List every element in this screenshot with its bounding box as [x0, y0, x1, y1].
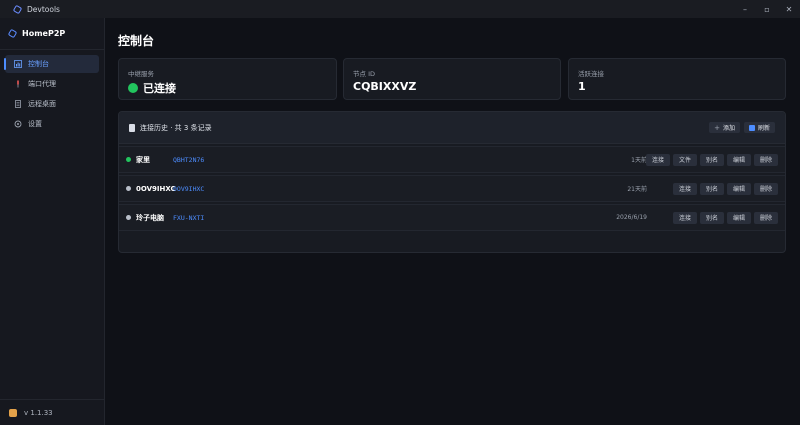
sidebar-item-label: 设置	[28, 120, 42, 128]
stat-card-relay: 中继服务 已连接	[118, 58, 337, 100]
row-actions: 连接 别名 编辑 删除	[673, 182, 778, 195]
sidebar-item-label: 端口代理	[28, 80, 56, 88]
sidebar-nav: 控制台 端口代理 远程桌面 设置	[0, 50, 104, 133]
history-title-text: 连接历史 · 共 3 条记录	[140, 123, 212, 132]
version-label: v 1.1.33	[24, 408, 53, 417]
minimize-icon[interactable]: –	[734, 0, 756, 18]
edit-button[interactable]: 编辑	[727, 153, 751, 166]
page-title: 控制台	[118, 34, 155, 48]
last-seen: 21天前	[627, 186, 647, 193]
title-bar: Devtools – ▫ ✕	[0, 0, 800, 18]
version-footer: v 1.1.33	[0, 399, 104, 425]
refresh-button[interactable]: 刷新	[743, 122, 775, 133]
stat-value: 已连接	[128, 80, 176, 96]
plug-icon	[13, 80, 22, 89]
add-button[interactable]: + 添加	[709, 122, 740, 133]
app-hex-icon	[12, 4, 23, 14]
device-name: 玲子电脑	[136, 213, 164, 222]
status-online-icon	[126, 157, 131, 162]
row-actions: 连接 别名 编辑 删除	[673, 211, 778, 224]
delete-button[interactable]: 删除	[754, 182, 778, 195]
last-seen: 1天前	[631, 157, 647, 164]
dashboard-icon	[13, 60, 22, 69]
alias-button[interactable]: 别名	[700, 182, 724, 195]
stat-card-active-connections: 活跃连接 1	[568, 58, 786, 100]
history-header: 连接历史 · 共 3 条记录 + 添加 刷新	[119, 112, 785, 144]
sidebar-item-settings[interactable]: 设置	[5, 115, 99, 133]
brand: HomeP2P	[0, 18, 104, 50]
connect-button[interactable]: 连接	[646, 153, 670, 166]
delete-button[interactable]: 删除	[754, 153, 778, 166]
stat-label: 中继服务	[128, 70, 154, 78]
refresh-label: 刷新	[757, 125, 770, 132]
device-id: QBHT2N76	[173, 155, 205, 164]
window-title: Devtools	[27, 4, 60, 14]
gear-icon	[13, 120, 22, 129]
edit-button[interactable]: 编辑	[727, 182, 751, 195]
alias-button[interactable]: 别名	[700, 153, 724, 166]
desktop-icon	[13, 100, 22, 109]
row-actions: 连接 文件 别名 编辑 删除	[646, 153, 778, 166]
connection-history-panel: 连接历史 · 共 3 条记录 + 添加 刷新 家里 QBHT2N76 1天前 连…	[118, 111, 786, 253]
maximize-icon[interactable]: ▫	[756, 0, 778, 18]
window-controls: – ▫ ✕	[734, 0, 800, 18]
main-content: 控制台 中继服务 已连接 节点 ID CQBIXXVZ 活跃连接 1 连接历史 …	[105, 18, 800, 425]
sidebar: HomeP2P 控制台 端口代理 远程桌面 设置 v 1.1.33	[0, 18, 105, 425]
close-icon[interactable]: ✕	[778, 0, 800, 18]
stat-label: 节点 ID	[353, 70, 375, 78]
delete-button[interactable]: 删除	[754, 211, 778, 224]
stat-label: 活跃连接	[578, 70, 604, 78]
refresh-icon	[748, 124, 755, 131]
history-title: 连接历史 · 共 3 条记录	[129, 123, 212, 133]
last-seen: 2026/6/19	[616, 214, 647, 221]
sidebar-item-dashboard[interactable]: 控制台	[4, 55, 99, 73]
status-offline-icon	[126, 215, 131, 220]
stat-card-node-id: 节点 ID CQBIXXVZ	[343, 58, 561, 100]
stat-value: CQBIXXVZ	[353, 80, 417, 93]
table-row[interactable]: 0OV9IHXC 0OV9IHXC 21天前 连接 别名 编辑 删除	[119, 175, 785, 202]
device-id: 0OV9IHXC	[173, 184, 205, 193]
table-row[interactable]: 玲子电脑 FXU-NXTI 2026/6/19 连接 别名 编辑 删除	[119, 204, 785, 231]
hexagon-logo-icon	[7, 28, 18, 39]
status-offline-icon	[126, 186, 131, 191]
package-icon	[9, 408, 17, 417]
history-actions: + 添加 刷新	[709, 122, 775, 133]
table-row[interactable]: 家里 QBHT2N76 1天前 连接 文件 别名 编辑 删除	[119, 146, 785, 173]
edit-button[interactable]: 编辑	[727, 211, 751, 224]
add-label: 添加	[722, 125, 735, 132]
status-online-icon	[128, 83, 138, 93]
relay-status-text: 已连接	[143, 82, 176, 95]
sidebar-item-label: 控制台	[28, 60, 49, 68]
device-name: 家里	[136, 155, 150, 164]
files-button[interactable]: 文件	[673, 153, 697, 166]
sidebar-item-port-proxy[interactable]: 端口代理	[5, 75, 99, 93]
brand-name: HomeP2P	[22, 29, 66, 38]
connect-button[interactable]: 连接	[673, 211, 697, 224]
plus-icon: +	[714, 123, 720, 132]
sidebar-item-label: 远程桌面	[28, 100, 56, 108]
device-name: 0OV9IHXC	[136, 184, 176, 193]
stat-value: 1	[578, 80, 586, 93]
device-id: FXU-NXTI	[173, 213, 205, 222]
clipboard-icon	[129, 123, 135, 132]
alias-button[interactable]: 别名	[700, 211, 724, 224]
sidebar-item-remote-desktop[interactable]: 远程桌面	[5, 95, 99, 113]
connect-button[interactable]: 连接	[673, 182, 697, 195]
